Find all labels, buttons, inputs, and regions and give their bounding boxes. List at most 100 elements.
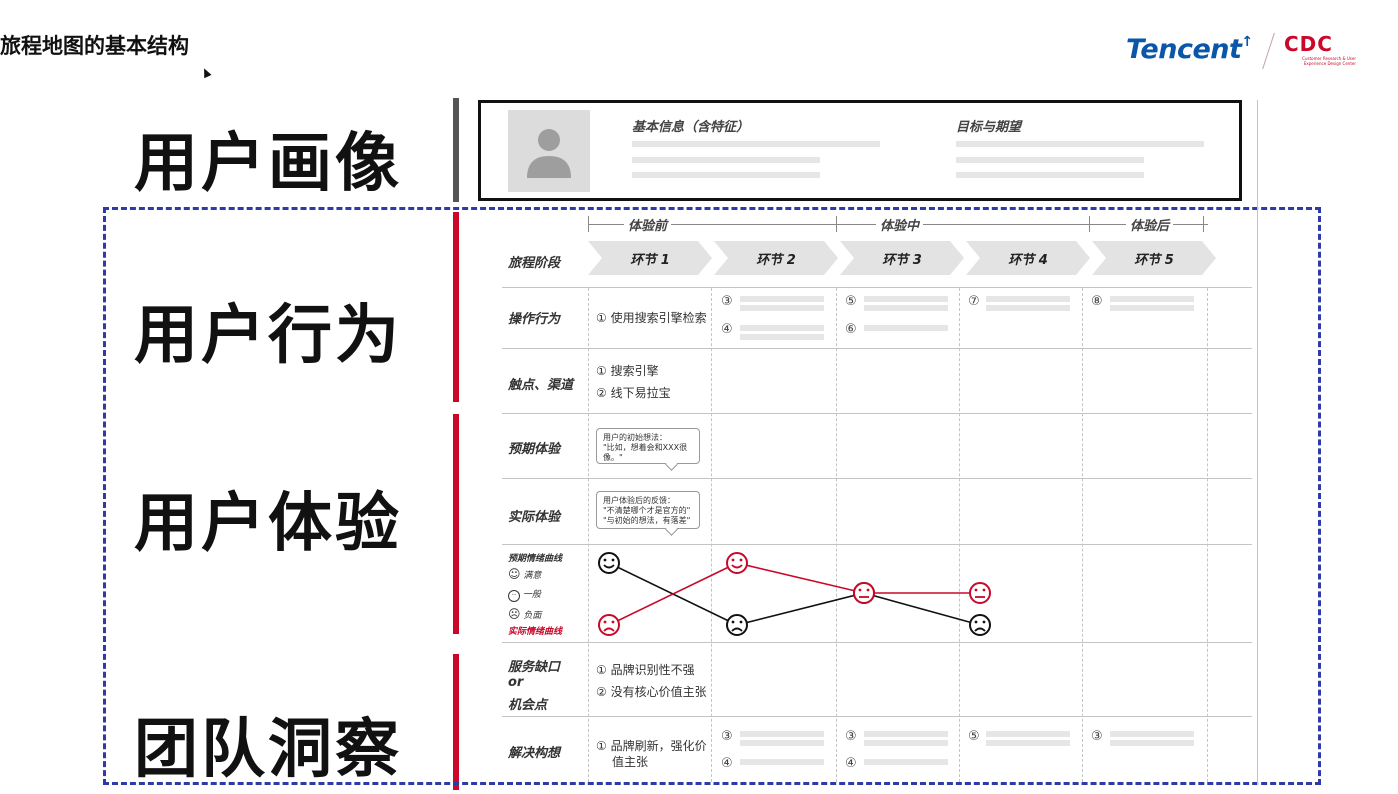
stage-2: 环节 2: [714, 241, 838, 275]
placeholder-line: [740, 334, 824, 340]
placeholder-line: [740, 759, 824, 765]
column-divider: [1207, 288, 1208, 782]
row-divider: [502, 478, 1252, 479]
column-divider: [959, 288, 960, 782]
cdc-logo: CDC: [1284, 32, 1333, 56]
placeholder-line: [986, 305, 1070, 311]
placeholder-line: [1110, 296, 1194, 302]
solution-num-4b: ④: [845, 756, 857, 771]
placeholder-line: [740, 731, 824, 737]
sad-face-icon: ☹: [508, 607, 521, 621]
operation-num-3: ③: [721, 294, 733, 309]
placeholder-line: [632, 157, 820, 163]
operation-num-7: ⑦: [968, 294, 980, 309]
operation-step-1: ① 使用搜索引擎检索: [596, 311, 707, 325]
placeholder-line: [864, 325, 948, 331]
placeholder-line: [986, 731, 1070, 737]
gap-item-2: ② 没有核心价值主张: [596, 685, 707, 699]
neutral-face-icon: ··: [508, 590, 520, 602]
placeholder-line: [740, 325, 824, 331]
row-label-stage: 旅程阶段: [508, 256, 561, 271]
row-divider: [502, 413, 1252, 414]
column-divider: [711, 288, 712, 782]
gap-item-1: ① 品牌识别性不强: [596, 663, 695, 677]
actual-feedback-bubble: 用户体验后的反馈： "不清楚哪个才是官方的" "与初始的想法，有落差": [596, 491, 700, 529]
avatar: [508, 110, 590, 192]
placeholder-line: [986, 740, 1070, 746]
page-title: 旅程地图的基本结构: [0, 34, 189, 58]
smile-icon: ☺: [508, 567, 521, 581]
row-label-operation: 操作行为: [508, 312, 561, 327]
placeholder-line: [632, 172, 820, 178]
legend-actual-curve-title: 实际情绪曲线: [508, 627, 563, 637]
placeholder-line: [740, 740, 824, 746]
operation-num-8: ⑧: [1091, 294, 1103, 309]
phase-tick: [836, 216, 837, 232]
solution-item-1: ① 品牌刷新，强化价: [596, 739, 707, 753]
phase-tick: [588, 216, 589, 232]
stage-3: 环节 3: [840, 241, 964, 275]
touchpoint-2: ② 线下易拉宝: [596, 386, 671, 400]
placeholder-line: [864, 305, 948, 311]
row-label-or: or: [508, 675, 524, 690]
operation-num-6: ⑥: [845, 322, 857, 337]
persona-basic-info-title: 基本信息（含特征）: [632, 120, 750, 135]
row-label-gap: 服务缺口: [508, 660, 561, 675]
mouse-cursor-icon: [200, 66, 212, 79]
phase-during: 体验中: [876, 215, 924, 234]
touchpoint-1: ① 搜索引擎: [596, 364, 659, 378]
row-label-actual: 实际体验: [508, 510, 561, 525]
user-silhouette-icon: [527, 129, 571, 178]
expected-thought-bubble: 用户的初始想法： "比如，想着会和XXX很像。": [596, 428, 700, 464]
tencent-logo: Tencent↑: [1126, 34, 1253, 65]
solution-num-3: ③: [721, 729, 733, 744]
placeholder-line: [632, 141, 880, 147]
placeholder-line: [864, 731, 948, 737]
cdc-logo-subtitle: Customer Research & User Experience Desi…: [1302, 56, 1356, 66]
row-divider: [502, 348, 1252, 349]
column-divider: [1082, 288, 1083, 782]
row-label-opportunity: 机会点: [508, 698, 548, 713]
grid-right-border: [1257, 100, 1258, 785]
solution-num-3b: ③: [845, 729, 857, 744]
placeholder-line: [864, 296, 948, 302]
journey-map-dashed-frame: [103, 207, 1321, 785]
phase-tick: [1089, 216, 1090, 232]
solution-num-3c: ③: [1091, 729, 1103, 744]
persona-section-bar: [453, 98, 459, 202]
persona-goals-title: 目标与期望: [956, 120, 1022, 135]
persona-box: [478, 100, 1242, 201]
row-divider: [502, 544, 1252, 545]
placeholder-line: [740, 305, 824, 311]
row-divider: [502, 642, 1252, 643]
row-divider: [502, 716, 1252, 717]
phase-before: 体验前: [624, 215, 672, 234]
placeholder-line: [740, 296, 824, 302]
row-label-touchpoint: 触点、渠道: [508, 378, 574, 393]
solution-num-4: ④: [721, 756, 733, 771]
operation-num-5: ⑤: [845, 294, 857, 309]
row-label-expected: 预期体验: [508, 442, 561, 457]
stage-4: 环节 4: [966, 241, 1090, 275]
placeholder-line: [956, 141, 1204, 147]
legend-expected-curve-title: 预期情绪曲线: [508, 554, 563, 564]
solution-item-1-cont: 值主张: [612, 755, 649, 769]
placeholder-line: [1110, 731, 1194, 737]
placeholder-line: [864, 759, 948, 765]
placeholder-line: [1110, 305, 1194, 311]
phase-after: 体验后: [1126, 215, 1174, 234]
phase-tick: [1203, 216, 1204, 232]
row-label-solution: 解决构想: [508, 746, 561, 761]
placeholder-line: [956, 172, 1144, 178]
logo-divider: [1262, 32, 1275, 70]
legend-bad: ☹ 负面: [508, 607, 542, 621]
solution-num-5: ⑤: [968, 729, 980, 744]
legend-neutral: ·· 一般: [508, 587, 541, 602]
placeholder-line: [864, 740, 948, 746]
placeholder-line: [956, 157, 1144, 163]
column-divider: [836, 288, 837, 782]
column-divider: [588, 288, 589, 782]
label-user-persona: 用户画像: [134, 127, 402, 201]
placeholder-line: [986, 296, 1070, 302]
legend-good: ☺ 满意: [508, 567, 542, 581]
